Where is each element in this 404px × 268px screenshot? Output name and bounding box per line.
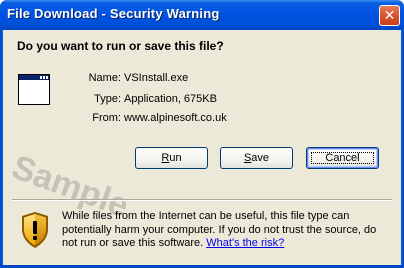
security-warning-message: While files from the Internet can be use…: [62, 210, 394, 251]
separator-highlight: [12, 200, 392, 201]
run-button-label: Run: [161, 152, 182, 164]
cancel-button[interactable]: Cancel: [306, 147, 379, 169]
dialog-body: Do you want to run or save this file? Na…: [3, 30, 401, 265]
type-value: Application, 675KB: [124, 93, 217, 105]
from-label: From:: [92, 112, 121, 124]
close-button[interactable]: ✕: [379, 5, 400, 26]
whats-the-risk-link[interactable]: What's the risk?: [206, 237, 284, 249]
icon-window-controls: [40, 76, 48, 79]
name-label: Name:: [88, 72, 121, 84]
run-button[interactable]: Run: [135, 147, 208, 169]
focus-rectangle: [311, 152, 374, 164]
save-button[interactable]: Save: [220, 147, 293, 169]
type-label: Type:: [94, 93, 121, 105]
security-shield-warning-icon: [22, 212, 48, 248]
save-button-label: Save: [243, 152, 270, 164]
window-title: File Download - Security Warning: [7, 6, 220, 21]
security-warning-dialog: File Download - Security Warning ✕ Do yo…: [0, 0, 404, 268]
close-icon: ✕: [383, 7, 396, 24]
title-bar[interactable]: File Download - Security Warning ✕: [0, 0, 404, 30]
name-value: VSInstall.exe: [124, 72, 189, 84]
run-or-save-question: Do you want to run or save this file?: [17, 39, 224, 53]
application-window-icon: [18, 74, 50, 105]
from-value: www.alpinesoft.co.uk: [124, 112, 227, 124]
